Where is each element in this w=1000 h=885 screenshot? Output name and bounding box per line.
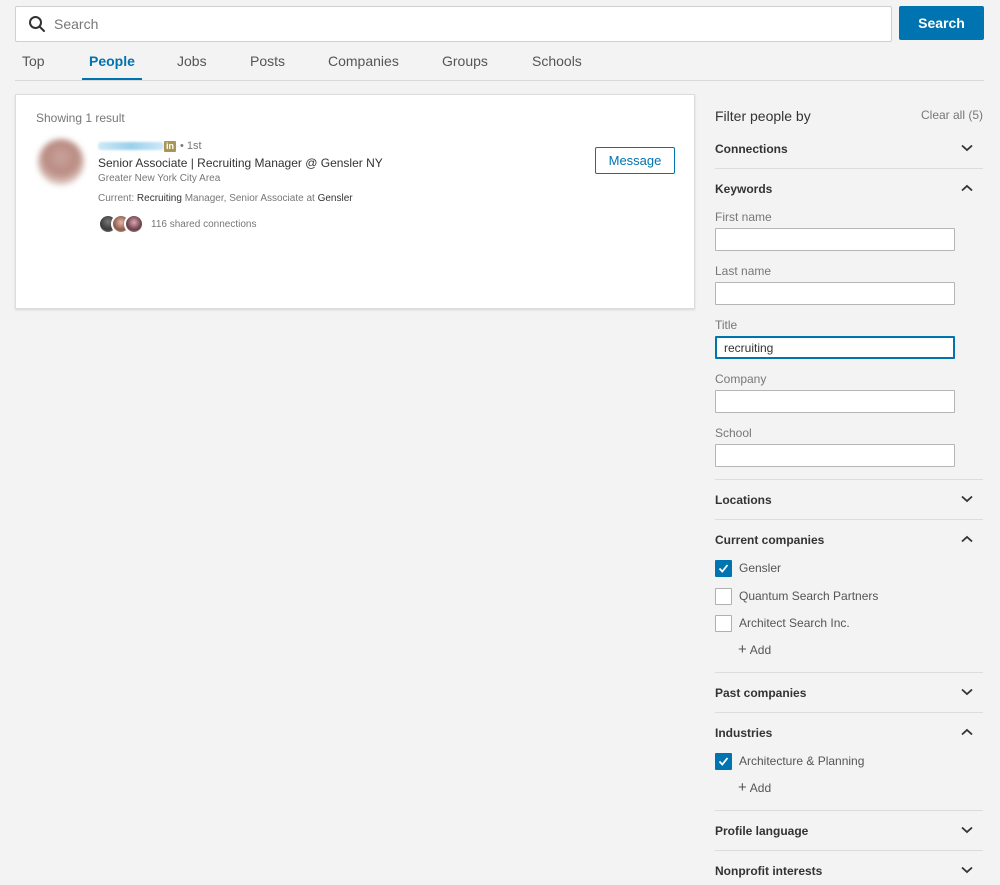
plus-icon: + — [738, 779, 747, 796]
title-field[interactable] — [715, 336, 955, 359]
member-name-blurred[interactable] — [98, 142, 164, 150]
checkbox-checked[interactable] — [715, 559, 732, 577]
add-company-button[interactable]: + Add — [738, 641, 771, 658]
filter-nonprofit-interests-label: Nonprofit interests — [715, 864, 823, 878]
search-icon — [29, 16, 45, 32]
divider — [715, 479, 983, 480]
company-option-label: Gensler — [739, 561, 782, 575]
company-field[interactable] — [715, 390, 955, 413]
company-option-architect-search[interactable]: Architect Search Inc. — [715, 614, 850, 632]
filter-past-companies-label: Past companies — [715, 686, 807, 700]
company-option-label: Quantum Search Partners — [739, 589, 879, 603]
tab-companies[interactable]: Companies — [321, 45, 406, 80]
current-prefix: Current: — [98, 193, 135, 204]
tab-posts[interactable]: Posts — [243, 45, 292, 80]
filter-connections[interactable]: Connections — [715, 140, 983, 160]
industry-option-architecture-planning[interactable]: Architecture & Planning — [715, 752, 864, 770]
results-card: Showing 1 result in • 1st Senior Associa… — [15, 94, 695, 309]
last-name-label: Last name — [715, 264, 772, 278]
company-option-quantum-search-partners[interactable]: Quantum Search Partners — [715, 587, 878, 605]
first-name-label: First name — [715, 210, 772, 224]
add-industry-button[interactable]: + Add — [738, 779, 771, 796]
search-input[interactable] — [54, 16, 854, 32]
tab-schools[interactable]: Schools — [525, 45, 589, 80]
divider — [715, 519, 983, 520]
tab-top[interactable]: Top — [15, 45, 52, 80]
divider — [715, 850, 983, 851]
divider — [715, 712, 983, 713]
search-tabs: Top People Jobs Posts Companies Groups S… — [15, 45, 984, 81]
tab-people[interactable]: People — [82, 45, 142, 80]
current-keyword: Recruiting — [136, 193, 182, 204]
title-label: Title — [715, 318, 738, 332]
connection-degree: • 1st — [180, 140, 202, 152]
add-industry-label: Add — [749, 781, 772, 795]
member-location: Greater New York City Area — [98, 173, 221, 184]
avatar[interactable] — [38, 139, 84, 185]
chevron-up-icon — [961, 728, 973, 736]
search-button[interactable]: Search — [899, 6, 984, 40]
check-icon — [718, 756, 729, 766]
chevron-up-icon — [961, 535, 973, 543]
chevron-down-icon — [961, 495, 973, 503]
checkbox-checked[interactable] — [715, 752, 732, 770]
filter-locations[interactable]: Locations — [715, 491, 983, 511]
first-name-field[interactable] — [715, 228, 955, 251]
school-label: School — [715, 426, 752, 440]
filter-nonprofit-interests[interactable]: Nonprofit interests — [715, 862, 983, 882]
filter-keywords[interactable]: Keywords — [715, 180, 983, 200]
company-label: Company — [715, 372, 767, 386]
clear-all-link[interactable]: Clear all (5) — [921, 108, 983, 122]
school-field[interactable] — [715, 444, 955, 467]
filter-current-companies[interactable]: Current companies — [715, 531, 983, 551]
chevron-down-icon — [961, 866, 973, 874]
company-option-label: Architect Search Inc. — [739, 616, 850, 630]
filter-industries[interactable]: Industries — [715, 724, 983, 744]
filter-connections-label: Connections — [715, 142, 788, 156]
chevron-down-icon — [961, 826, 973, 834]
filter-past-companies[interactable]: Past companies — [715, 684, 983, 704]
tab-groups[interactable]: Groups — [435, 45, 495, 80]
checkbox[interactable] — [715, 614, 732, 632]
member-headline: Senior Associate | Recruiting Manager @ … — [98, 156, 383, 170]
member-current-position: Current: Recruiting Manager, Senior Asso… — [98, 193, 353, 204]
shared-connections[interactable]: 116 shared connections — [98, 213, 256, 235]
shared-connections-text[interactable]: 116 shared connections — [151, 219, 256, 230]
current-middle: Manager, Senior Associate at — [184, 193, 315, 204]
tab-jobs[interactable]: Jobs — [170, 45, 214, 80]
chevron-up-icon — [961, 184, 973, 192]
chevron-down-icon — [961, 144, 973, 152]
filter-profile-language-label: Profile language — [715, 824, 809, 838]
industry-option-label: Architecture & Planning — [739, 754, 865, 768]
chevron-down-icon — [961, 688, 973, 696]
check-icon — [718, 563, 729, 573]
results-count: Showing 1 result — [36, 111, 125, 125]
last-name-field[interactable] — [715, 282, 955, 305]
filter-keywords-label: Keywords — [715, 182, 773, 196]
filter-industries-label: Industries — [715, 726, 773, 740]
current-company: Gensler — [317, 193, 353, 204]
divider — [715, 168, 983, 169]
divider — [715, 672, 983, 673]
filter-title: Filter people by — [715, 108, 811, 124]
divider — [715, 810, 983, 811]
message-button[interactable]: Message — [595, 147, 675, 174]
filter-current-companies-label: Current companies — [715, 533, 825, 547]
search-box[interactable] — [15, 6, 892, 42]
add-company-label: Add — [749, 643, 772, 657]
linkedin-premium-badge-icon: in — [164, 141, 176, 152]
shared-connection-avatar — [124, 214, 144, 234]
checkbox[interactable] — [715, 587, 732, 605]
filter-locations-label: Locations — [715, 493, 772, 507]
plus-icon: + — [738, 641, 747, 658]
company-option-gensler[interactable]: Gensler — [715, 559, 781, 577]
filter-profile-language[interactable]: Profile language — [715, 822, 983, 842]
